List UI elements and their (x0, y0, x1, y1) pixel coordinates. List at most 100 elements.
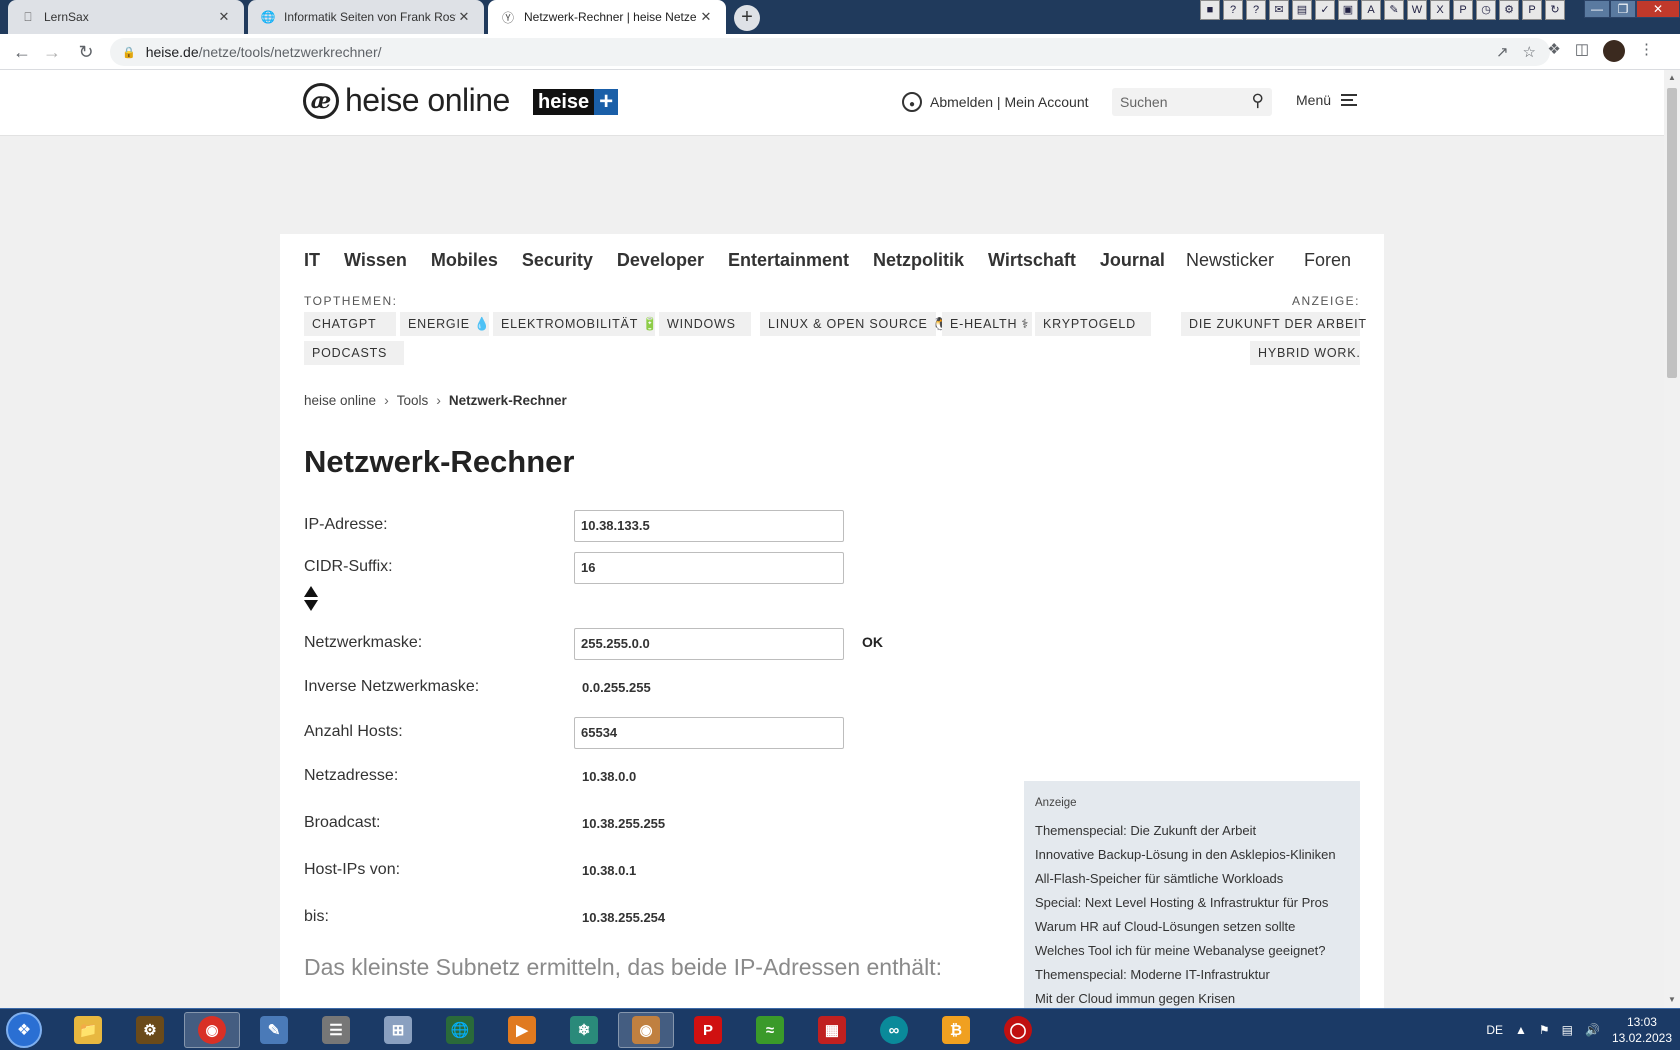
ad-pill-zukunft-der-arbeit[interactable]: DIE ZUKUNFT DER ARBEIT (1181, 312, 1366, 336)
nav-item-entertainment[interactable]: Entertainment (728, 250, 849, 271)
sort-arrows-icon[interactable] (304, 586, 320, 616)
ok-button[interactable]: OK (862, 634, 883, 650)
close-icon[interactable]: ✕ (216, 9, 232, 25)
gear-app-taskbar-button[interactable]: ⚙ (122, 1012, 178, 1048)
clock-icon[interactable]: ◷ (1476, 0, 1496, 20)
arduino-taskbar-button[interactable]: ∞ (866, 1012, 922, 1048)
breadcrumb-tools[interactable]: Tools (397, 393, 429, 408)
media-player-taskbar-button[interactable]: ▶ (494, 1012, 550, 1048)
reload-icon[interactable]: ↻ (74, 40, 98, 64)
nav-item-netzpolitik[interactable]: Netzpolitik (873, 250, 964, 271)
heise-plus-logo[interactable]: heise + (533, 89, 619, 115)
profile-avatar[interactable] (1603, 40, 1625, 62)
cidr-suffix-input[interactable]: 16 (574, 552, 844, 584)
red-app-taskbar-button[interactable]: ◯ (990, 1012, 1046, 1048)
chart-app-taskbar-button[interactable]: ≈ (742, 1012, 798, 1048)
topic-pill-energie[interactable]: ENERGIE 💧 (400, 312, 490, 336)
sidepanel-icon[interactable]: ◫ (1575, 40, 1589, 62)
new-tab-button[interactable]: + (734, 5, 760, 31)
forward-arrow-icon[interactable]: → (40, 40, 64, 64)
windows-start-icon[interactable]: ❖ (6, 1012, 42, 1048)
gear-icon[interactable]: ⚙ (1499, 0, 1519, 20)
notebook-taskbar-button[interactable]: ✎ (246, 1012, 302, 1048)
network-icon[interactable]: ▤ (1562, 1023, 1573, 1037)
scrollbar-thumb[interactable] (1667, 88, 1677, 378)
host-count-input[interactable]: 65534 (574, 717, 844, 749)
tab-netzwerk-rechner[interactable]: Ⓨ Netzwerk-Rechner | heise Netze ✕ (488, 0, 726, 34)
breadcrumb-home[interactable]: heise online (304, 393, 376, 408)
nav-item-it[interactable]: IT (304, 250, 320, 271)
restore-icon[interactable]: ❐ (1610, 0, 1636, 18)
help-icon[interactable]: ? (1223, 0, 1243, 20)
close-icon[interactable]: ✕ (456, 9, 472, 25)
excel-icon[interactable]: X (1430, 0, 1450, 20)
pdf-icon[interactable]: P (1522, 0, 1542, 20)
chevron-up-icon[interactable]: ▲ (1515, 1023, 1527, 1037)
heise-logo[interactable]: æ heise online (303, 82, 510, 119)
language-indicator[interactable]: DE (1486, 1023, 1503, 1037)
tab-informatik[interactable]: 🌐 Informatik Seiten von Frank Rost ✕ (248, 0, 484, 34)
ad-pill-hybrid-work[interactable]: HYBRID WORK. (1250, 341, 1360, 365)
more-vert-icon[interactable]: ⋮ (1639, 40, 1654, 62)
bitcoin-app-taskbar-button[interactable]: ₿ (928, 1012, 984, 1048)
chrome-taskbar-button[interactable]: ◉ (184, 1012, 240, 1048)
calculator-taskbar-button[interactable]: ⊞ (370, 1012, 426, 1048)
ad-link[interactable]: Mit der Cloud immun gegen Krisen (1035, 987, 1350, 1008)
topic-pill-elektromobilitaet[interactable]: ELEKTROMOBILITÄT 🔋 (493, 312, 658, 336)
nav-item-wissen[interactable]: Wissen (344, 250, 407, 271)
star-icon[interactable]: ☆ (1523, 43, 1536, 61)
mail-icon[interactable]: ✉ (1269, 0, 1289, 20)
nav-item-wirtschaft[interactable]: Wirtschaft (988, 250, 1076, 271)
volume-icon[interactable]: 🔊 (1585, 1023, 1600, 1037)
globe-app-taskbar-button[interactable]: 🌐 (432, 1012, 488, 1048)
nav-item-foren[interactable]: Foren (1304, 250, 1351, 271)
p-app-taskbar-button[interactable]: P (680, 1012, 736, 1048)
document-icon[interactable]: ▤ (1292, 0, 1312, 20)
ad-link[interactable]: Welches Tool ich für meine Webanalyse ge… (1035, 939, 1350, 963)
scroll-up-icon[interactable]: ▲ (1664, 70, 1680, 86)
minimize-icon[interactable]: — (1584, 0, 1610, 18)
menu-button[interactable]: Menü (1296, 92, 1358, 108)
ad-link[interactable]: Special: Next Level Hosting & Infrastruk… (1035, 891, 1350, 915)
close-icon[interactable]: ✕ (698, 9, 714, 25)
tab-lernsax[interactable]: ⎕ LernSax ✕ (8, 0, 244, 34)
flag-icon[interactable]: ⚑ (1539, 1023, 1550, 1037)
topic-pill-chatgpt[interactable]: CHATGPT (304, 312, 396, 336)
puzzle-icon[interactable]: ❖ (1547, 40, 1560, 62)
stack-taskbar-button[interactable]: ☰ (308, 1012, 364, 1048)
ad-link[interactable]: Themenspecial: Moderne IT-Infrastruktur (1035, 963, 1350, 987)
address-bar[interactable]: 🔒 heise.de/netze/tools/netzwerkrechner/ … (110, 38, 1550, 66)
word-icon[interactable]: W (1407, 0, 1427, 20)
topic-pill-kryptogeld[interactable]: KRYPTOGELD (1035, 312, 1151, 336)
pencil-icon[interactable]: ✎ (1384, 0, 1404, 20)
ad-link[interactable]: Innovative Backup-Lösung in den Asklepio… (1035, 843, 1350, 867)
window-icon[interactable]: ▣ (1338, 0, 1358, 20)
ad-link[interactable]: Themenspecial: Die Zukunft der Arbeit (1035, 819, 1350, 843)
back-arrow-icon[interactable]: ← (10, 40, 34, 64)
app-icon[interactable]: ■ (1200, 0, 1220, 20)
paint-taskbar-button[interactable]: ◉ (618, 1012, 674, 1048)
nav-item-newsticker[interactable]: Newsticker (1186, 250, 1274, 271)
clock[interactable]: 13:03 13.02.2023 (1612, 1014, 1672, 1046)
explorer-taskbar-button[interactable]: 📁 (60, 1012, 116, 1048)
blocks-app-taskbar-button[interactable]: ▦ (804, 1012, 860, 1048)
ip-address-input[interactable]: 10.38.133.5 (574, 510, 844, 542)
help-icon[interactable]: ? (1246, 0, 1266, 20)
netmask-input[interactable]: 255.255.0.0 (574, 628, 844, 660)
scroll-down-icon[interactable]: ▼ (1664, 992, 1680, 1008)
page-scrollbar[interactable]: ▲ ▼ (1664, 70, 1680, 1008)
topic-pill-podcasts[interactable]: PODCASTS (304, 341, 404, 365)
nav-item-security[interactable]: Security (522, 250, 593, 271)
topic-pill-windows[interactable]: WINDOWS (659, 312, 751, 336)
powerpoint-icon[interactable]: P (1453, 0, 1473, 20)
font-icon[interactable]: A (1361, 0, 1381, 20)
search-input[interactable]: Suchen ⚲ (1112, 88, 1272, 116)
ad-link[interactable]: All-Flash-Speicher für sämtliche Workloa… (1035, 867, 1350, 891)
topic-pill-linux[interactable]: LINUX & OPEN SOURCE 🐧 (760, 312, 948, 336)
nav-item-mobiles[interactable]: Mobiles (431, 250, 498, 271)
ad-link[interactable]: Warum HR auf Cloud-Lösungen setzen sollt… (1035, 915, 1350, 939)
checklist-icon[interactable]: ✓ (1315, 0, 1335, 20)
arrow-up-icon[interactable] (304, 586, 318, 597)
nav-item-developer[interactable]: Developer (617, 250, 704, 271)
remote-icon[interactable]: ↻ (1545, 0, 1565, 20)
